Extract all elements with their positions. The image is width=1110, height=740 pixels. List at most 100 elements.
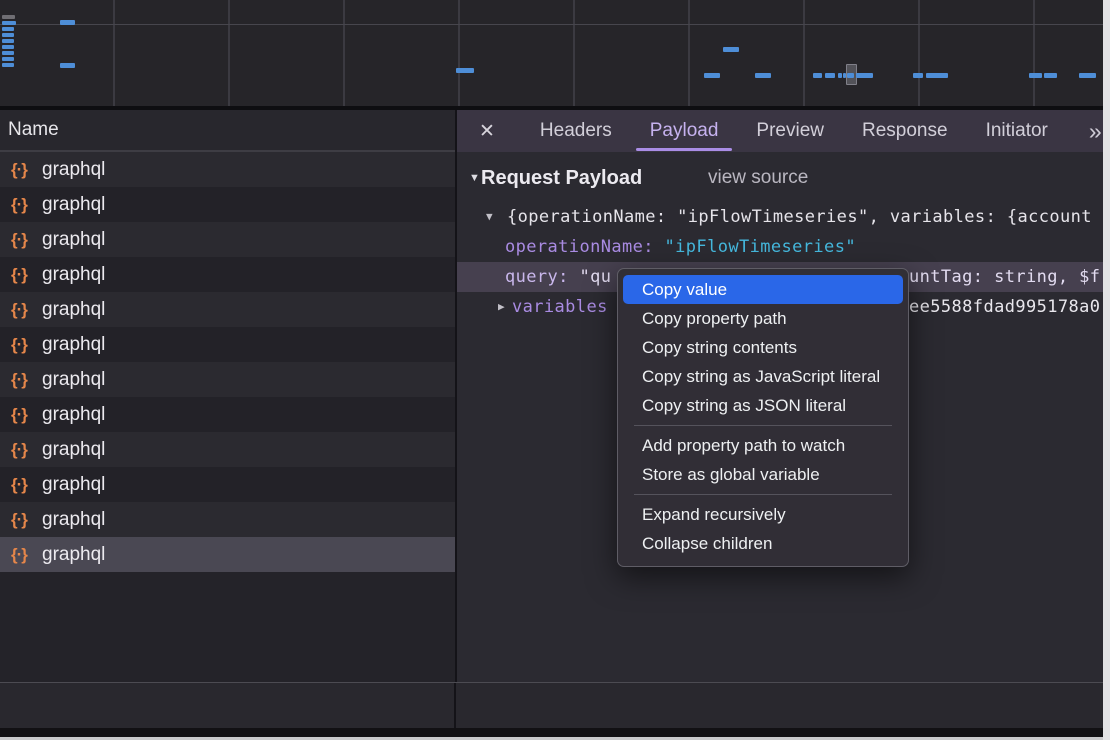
menu-item-store-as-global-variable[interactable]: Store as global variable xyxy=(618,460,908,489)
json-file-icon: {·} xyxy=(11,300,37,320)
json-key: variables xyxy=(512,292,608,322)
json-file-icon: {·} xyxy=(11,160,37,180)
request-timing-bar xyxy=(755,73,771,78)
close-icon[interactable]: ✕ xyxy=(479,120,495,143)
json-string-value: "qu xyxy=(579,267,611,287)
menu-item-add-property-path-to-watch[interactable]: Add property path to watch xyxy=(618,431,908,460)
request-timing-bar xyxy=(2,45,14,49)
request-timing-bar xyxy=(456,68,474,73)
network-summary-bar xyxy=(0,682,1103,728)
request-name: graphql xyxy=(42,229,105,251)
collapse-arrow-icon[interactable]: ▼ xyxy=(469,164,480,192)
request-name: graphql xyxy=(42,369,105,391)
json-file-icon: {·} xyxy=(11,335,37,355)
table-row[interactable]: {·}graphql xyxy=(0,327,455,362)
menu-item-copy-string-contents[interactable]: Copy string contents xyxy=(618,333,908,362)
json-key: operationName: xyxy=(505,237,654,257)
request-name: graphql xyxy=(42,439,105,461)
request-timing-bar xyxy=(2,33,14,37)
request-name: graphql xyxy=(42,474,105,496)
payload-summary-text: {operationName: "ipFlowTimeseries", vari… xyxy=(507,202,1092,232)
payload-row-operationName[interactable]: operationName: "ipFlowTimeseries" xyxy=(457,232,1103,262)
request-timing-bar xyxy=(704,73,720,78)
json-file-icon: {·} xyxy=(11,230,37,250)
request-timing-bar xyxy=(60,20,75,25)
json-file-icon: {·} xyxy=(11,510,37,530)
request-timing-bar xyxy=(2,21,16,25)
json-value-fragment: ee5588fdad995178a0 xyxy=(909,292,1100,322)
table-row[interactable]: {·}graphql xyxy=(0,152,455,187)
table-row[interactable]: {·}graphql xyxy=(0,362,455,397)
request-name: graphql xyxy=(42,264,105,286)
menu-item-expand-recursively[interactable]: Expand recursively xyxy=(618,500,908,529)
table-row[interactable]: {·}graphql xyxy=(0,257,455,292)
page-background-strip xyxy=(1103,0,1110,740)
more-tabs-icon[interactable]: » xyxy=(1089,118,1100,145)
table-row[interactable]: {·}graphql xyxy=(0,432,455,467)
request-timing-bar xyxy=(2,27,14,31)
menu-item-copy-property-path[interactable]: Copy property path xyxy=(618,304,908,333)
menu-separator xyxy=(634,494,892,495)
tab-initiator[interactable]: Initiator xyxy=(984,110,1050,152)
column-divider xyxy=(454,683,456,728)
request-table: Name {·}graphql{·}graphql{·}graphql{·}gr… xyxy=(0,110,455,682)
table-row[interactable]: {·}graphql xyxy=(0,502,455,537)
request-timing-bar xyxy=(1044,73,1057,78)
tab-response[interactable]: Response xyxy=(860,110,950,152)
json-file-icon: {·} xyxy=(11,475,37,495)
request-name: graphql xyxy=(42,334,105,356)
payload-root-row[interactable]: ▼ {operationName: "ipFlowTimeseries", va… xyxy=(457,202,1103,232)
json-file-icon: {·} xyxy=(11,370,37,390)
json-file-icon: {·} xyxy=(11,405,37,425)
request-timing-bar xyxy=(2,51,14,55)
request-timing-bar xyxy=(2,63,14,67)
request-timing-bar xyxy=(2,15,15,19)
json-key: query: xyxy=(505,267,569,287)
menu-item-copy-value[interactable]: Copy value xyxy=(623,275,903,304)
request-name: graphql xyxy=(42,544,105,566)
request-timing-bar xyxy=(847,73,854,78)
json-value-fragment: untTag: string, $f xyxy=(909,262,1100,292)
json-file-icon: {·} xyxy=(11,545,37,565)
request-timing-bar xyxy=(1029,73,1042,78)
request-name: graphql xyxy=(42,299,105,321)
request-timing-bar xyxy=(813,73,822,78)
devtools-network-panel: Name {·}graphql{·}graphql{·}graphql{·}gr… xyxy=(0,0,1110,740)
table-row[interactable]: {·}graphql xyxy=(0,292,455,327)
menu-item-collapse-children[interactable]: Collapse children xyxy=(618,529,908,558)
request-timing-bar xyxy=(825,73,835,78)
request-timing-bar xyxy=(1079,73,1096,78)
window-bottom-bar xyxy=(0,728,1110,737)
table-row[interactable]: {·}graphql xyxy=(0,187,455,222)
details-tabbar: ✕ Headers Payload Preview Response Initiator… xyxy=(457,110,1103,152)
table-row[interactable]: {·}graphql xyxy=(0,467,455,502)
request-timing-bar xyxy=(60,63,75,68)
request-timing-bar xyxy=(926,73,948,78)
name-column-header[interactable]: Name xyxy=(0,110,455,152)
request-timing-bar xyxy=(856,73,873,78)
table-row[interactable]: {·}graphql xyxy=(0,222,455,257)
json-string-value: "ipFlowTimeseries" xyxy=(665,237,856,257)
expand-arrow-icon[interactable]: ▼ xyxy=(486,202,493,232)
request-timing-bar xyxy=(2,39,14,43)
overview-gridline xyxy=(0,24,1103,25)
menu-item-copy-string-as-javascript-literal[interactable]: Copy string as JavaScript literal xyxy=(618,362,908,391)
context-menu: Copy valueCopy property pathCopy string … xyxy=(617,268,909,567)
table-row[interactable]: {·}graphql xyxy=(0,397,455,432)
request-timing-bar xyxy=(913,73,923,78)
tab-preview[interactable]: Preview xyxy=(754,110,826,152)
menu-item-copy-string-as-json-literal[interactable]: Copy string as JSON literal xyxy=(618,391,908,420)
view-source-link[interactable]: view source xyxy=(708,164,808,192)
request-name: graphql xyxy=(42,404,105,426)
json-file-icon: {·} xyxy=(11,195,37,215)
request-name: graphql xyxy=(42,194,105,216)
json-file-icon: {·} xyxy=(11,440,37,460)
json-file-icon: {·} xyxy=(11,265,37,285)
tab-payload[interactable]: Payload xyxy=(648,110,721,152)
network-overview-timeline[interactable] xyxy=(0,0,1103,106)
expand-arrow-icon[interactable]: ▶ xyxy=(498,292,505,322)
request-name: graphql xyxy=(42,509,105,531)
tab-headers[interactable]: Headers xyxy=(538,110,614,152)
table-row[interactable]: {·}graphql xyxy=(0,537,455,572)
request-timing-bar xyxy=(838,73,842,78)
